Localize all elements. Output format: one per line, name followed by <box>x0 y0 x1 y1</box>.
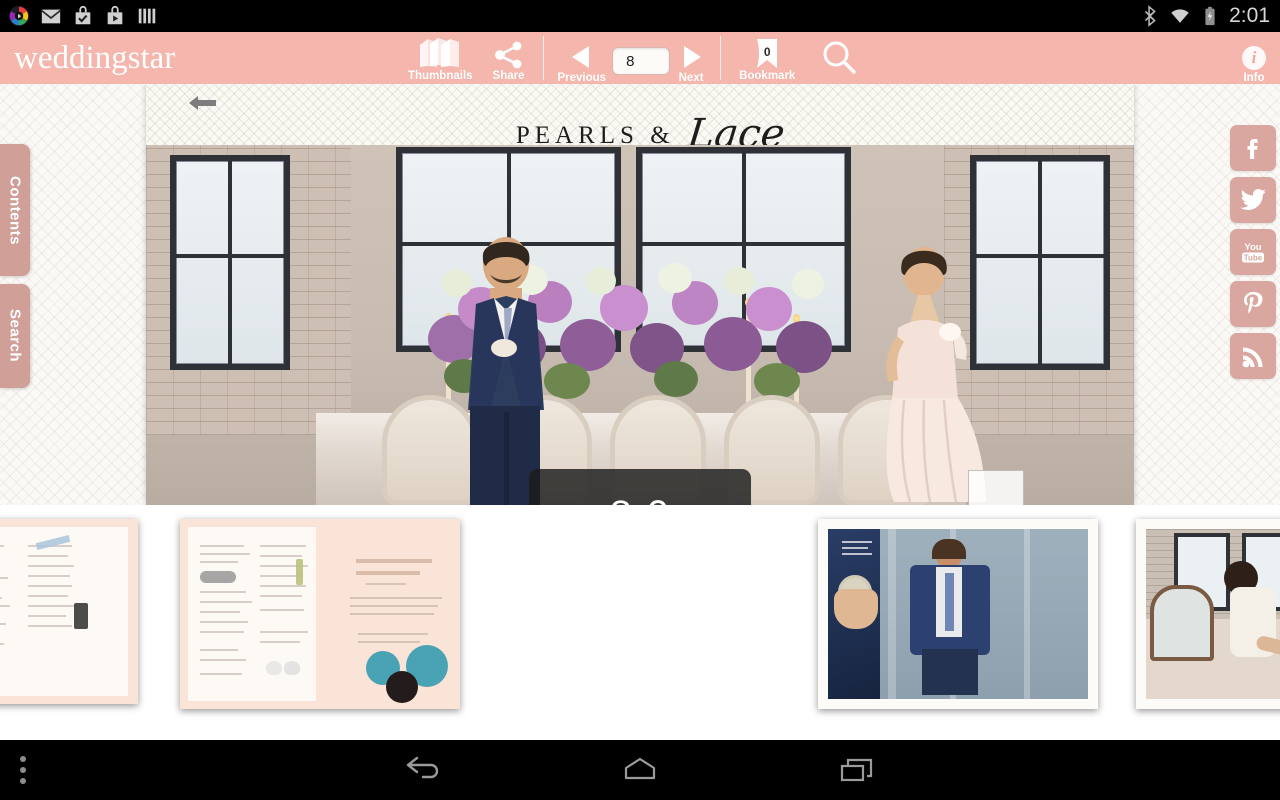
magazine-spread[interactable]: PEARLS & Lace <box>146 84 1134 505</box>
tasks-icon <box>75 5 91 25</box>
back-icon <box>406 756 439 779</box>
toolbar-divider-1 <box>542 36 544 80</box>
info-button[interactable]: i Info <box>1242 32 1266 84</box>
table-card <box>968 470 1024 505</box>
android-nav-bar <box>0 740 1280 800</box>
list-item[interactable] <box>0 519 138 704</box>
next-label: Next <box>678 72 704 84</box>
social-rail: You Tube <box>1230 125 1276 379</box>
bookmark-label: Bookmark <box>739 70 796 82</box>
home-icon <box>624 757 656 780</box>
info-glyph: i <box>1242 46 1266 70</box>
thumbnails-label: Thumbnails <box>408 70 473 82</box>
spread-header: PEARLS & Lace <box>146 84 1134 157</box>
sidebar-tab-search[interactable]: Search <box>0 284 30 388</box>
search-tab-label: Search <box>6 309 24 363</box>
rss-icon[interactable] <box>1230 333 1276 379</box>
next-arrow-icon <box>676 38 706 71</box>
share-icon <box>494 36 524 69</box>
previous-arrow-icon <box>567 38 597 71</box>
spread-photo: the inspiration abundant layers of opule… <box>146 145 1134 505</box>
youtube-icon[interactable]: You Tube <box>1230 229 1276 275</box>
sidebar-tab-contents[interactable]: Contents <box>0 144 30 276</box>
contents-tab-label: Contents <box>6 175 24 245</box>
bookmark-count: 0 <box>763 45 771 59</box>
wifi-icon <box>1171 9 1189 23</box>
svg-text:Tube: Tube <box>1244 253 1263 262</box>
app-toolbar: weddingstar Thumbnails Share Previous 8 … <box>0 32 1280 84</box>
share-button[interactable]: Share <box>483 32 535 84</box>
search-icon <box>823 41 857 74</box>
toolbar-controls: Thumbnails Share Previous 8 Next 0 Bookm… <box>398 32 873 84</box>
facebook-icon[interactable] <box>1230 125 1276 171</box>
list-item[interactable] <box>818 519 1098 709</box>
status-system-icons: 2:01 <box>1139 4 1280 28</box>
bride-figure <box>886 247 986 503</box>
previous-label: Previous <box>557 72 607 84</box>
info-label: Info <box>1243 72 1265 84</box>
gmail-icon <box>41 9 61 24</box>
pinterest-icon[interactable] <box>1230 281 1276 327</box>
page-indicator-overlay: 8-9 <box>529 469 751 505</box>
svg-text:You: You <box>1244 242 1261 253</box>
app-launcher-icon <box>8 5 30 27</box>
search-button[interactable] <box>805 32 873 84</box>
recents-icon <box>840 758 873 782</box>
page-indicator-label: 8-9 <box>610 493 671 506</box>
toolbar-divider-2 <box>720 36 722 80</box>
menu-dot <box>20 756 26 762</box>
share-label: Share <box>492 70 525 82</box>
nav-recents-button[interactable] <box>812 740 902 800</box>
list-item[interactable] <box>180 519 460 709</box>
reader-stage: Contents Search You Tube PEARLS & Lace <box>0 84 1280 505</box>
thumbnail-strip[interactable]: PEARLS & Lace <box>0 505 1280 740</box>
android-status-bar: 2:01 <box>0 0 1280 32</box>
menu-dot <box>20 767 26 773</box>
previous-button[interactable]: Previous <box>552 32 613 84</box>
nav-home-button[interactable] <box>595 740 685 800</box>
nav-overflow-menu-button[interactable] <box>0 740 46 800</box>
status-clock: 2:01 <box>1229 4 1270 27</box>
books-icon <box>417 36 463 69</box>
battery-charging-icon <box>1205 6 1215 26</box>
bars-icon <box>138 8 156 24</box>
window-1 <box>170 155 290 370</box>
bookmark-icon: 0 <box>753 36 781 69</box>
status-notification-icons <box>0 5 158 27</box>
next-button[interactable]: Next <box>670 32 712 84</box>
play-store-icon <box>107 5 123 25</box>
groom-figure <box>468 237 544 505</box>
list-item[interactable] <box>1136 519 1280 709</box>
bookmark-button[interactable]: 0 Bookmark <box>729 32 805 84</box>
twitter-icon[interactable] <box>1230 177 1276 223</box>
menu-dot <box>20 778 26 784</box>
nav-back-button[interactable] <box>380 740 470 800</box>
bluetooth-icon <box>1144 5 1156 27</box>
app-logo: weddingstar <box>14 39 176 76</box>
page-number-input[interactable]: 8 <box>612 47 671 75</box>
thumbnails-button[interactable]: Thumbnails <box>398 32 483 84</box>
